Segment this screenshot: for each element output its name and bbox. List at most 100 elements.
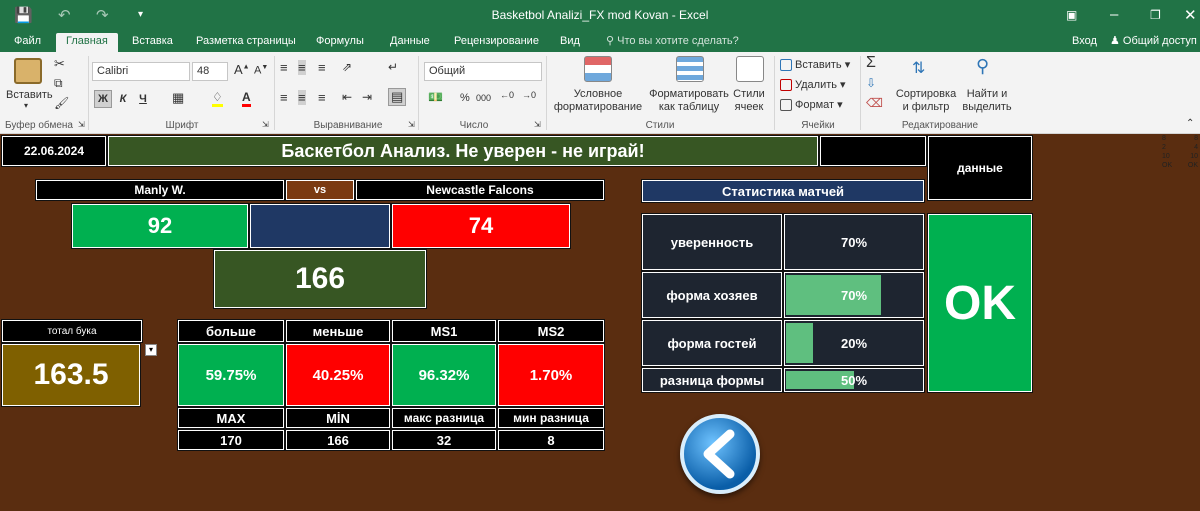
min-header[interactable]: MİN — [285, 407, 391, 429]
max-diff-header[interactable]: макс разница — [391, 407, 497, 429]
ms1-value[interactable]: 96.32% — [391, 343, 497, 407]
sort-filter-button[interactable]: Сортировка и фильтр — [894, 88, 958, 114]
borders-icon[interactable]: ▦ — [172, 90, 184, 106]
autosum-icon[interactable]: Σ — [866, 54, 876, 72]
fill-icon[interactable]: ⇩ — [866, 76, 876, 90]
insert-cells-button[interactable]: Вставить ▾ — [780, 58, 850, 72]
score-spacer[interactable] — [249, 203, 391, 249]
stats-label[interactable]: разница формы — [641, 367, 783, 393]
max-header[interactable]: MAX — [177, 407, 285, 429]
format-as-table-button[interactable]: Форматировать как таблицу — [646, 88, 732, 114]
paste-dropdown-icon[interactable]: ▾ — [24, 101, 28, 110]
tab-data[interactable]: Данные — [380, 33, 440, 52]
tab-review[interactable]: Рецензирование — [444, 33, 549, 52]
tab-formulas[interactable]: Формулы — [306, 33, 374, 52]
number-format-select[interactable]: Общий — [424, 62, 542, 81]
tab-file[interactable]: Файл — [4, 33, 51, 52]
align-right-icon[interactable]: ≡ — [318, 90, 326, 105]
orientation-icon[interactable]: ⇗ — [342, 60, 352, 74]
stats-label[interactable]: уверенность — [641, 213, 783, 271]
share-button[interactable]: ♟ Общий доступ — [1100, 33, 1200, 52]
max-diff-value[interactable]: 32 — [391, 429, 497, 451]
away-score[interactable]: 74 — [391, 203, 571, 249]
delete-cells-button[interactable]: Удалить ▾ — [780, 78, 846, 92]
decrease-indent-icon[interactable]: ⇤ — [342, 90, 352, 104]
min-value[interactable]: 166 — [285, 429, 391, 451]
stats-value-cell[interactable]: 70% — [783, 213, 925, 271]
vs-label[interactable]: vs — [285, 179, 355, 201]
increase-indent-icon[interactable]: ⇥ — [362, 90, 372, 104]
clear-icon[interactable]: ⌫ — [866, 96, 883, 110]
stats-value-cell[interactable]: 70% — [783, 271, 925, 319]
font-size-select[interactable]: 48 — [192, 62, 228, 81]
sort-filter-icon[interactable]: ⇅ — [912, 58, 925, 78]
restore-icon[interactable]: ❐ — [1150, 8, 1161, 22]
back-button[interactable] — [680, 414, 760, 494]
over-header[interactable]: больше — [177, 319, 285, 343]
fill-color-icon[interactable]: ♢ — [212, 90, 223, 107]
verdict-ok[interactable]: OK — [927, 213, 1033, 393]
align-left-icon[interactable]: ≡ — [280, 90, 288, 105]
font-launcher-icon[interactable]: ⇲ — [262, 120, 269, 129]
min-diff-header[interactable]: мин разница — [497, 407, 605, 429]
cell-dropdown-icon[interactable]: ▾ — [145, 344, 157, 356]
find-select-icon[interactable]: ⚲ — [976, 56, 989, 77]
font-name-select[interactable]: Calibri — [92, 62, 190, 81]
close-icon[interactable]: ✕ — [1184, 6, 1197, 24]
book-total-label[interactable]: тотал бука — [1, 319, 143, 343]
conditional-formatting-button[interactable]: Условное форматирование — [552, 88, 644, 114]
stats-label[interactable]: форма хозяев — [641, 271, 783, 319]
tab-page-layout[interactable]: Разметка страницы — [186, 33, 306, 52]
book-total-value[interactable]: 163.5 — [1, 343, 141, 407]
align-bottom-icon[interactable]: ≡ — [318, 60, 326, 75]
total-points[interactable]: 166 — [213, 249, 427, 309]
format-painter-icon[interactable]: 🖌 — [54, 96, 69, 110]
ms2-header[interactable]: MS2 — [497, 319, 605, 343]
increase-font-icon[interactable]: A▲ — [234, 62, 250, 77]
bold-button[interactable]: Ж — [94, 90, 112, 108]
align-top-icon[interactable]: ≡ — [280, 60, 288, 75]
data-label-cell[interactable]: данные — [927, 135, 1033, 201]
copy-icon[interactable]: ⧉ — [54, 76, 63, 91]
percent-icon[interactable]: % — [460, 92, 470, 104]
align-middle-icon[interactable]: ≡ — [298, 60, 306, 75]
clipboard-launcher-icon[interactable]: ⇲ — [78, 120, 85, 129]
home-team-name[interactable]: Manly W. — [35, 179, 285, 201]
ribbon-display-icon[interactable]: ▣ — [1066, 8, 1077, 22]
date-cell[interactable]: 22.06.2024 — [1, 135, 107, 167]
currency-icon[interactable]: 💵 — [428, 90, 443, 104]
ms2-value[interactable]: 1.70% — [497, 343, 605, 407]
merge-center-icon[interactable]: ▤ — [388, 88, 407, 106]
tab-view[interactable]: Вид — [550, 33, 590, 52]
away-team-name[interactable]: Newcastle Falcons — [355, 179, 605, 201]
tell-me-search[interactable]: ⚲ Что вы хотите сделать? — [596, 33, 749, 52]
underline-button[interactable]: Ч — [134, 90, 152, 108]
conditional-formatting-icon[interactable] — [584, 56, 612, 82]
ms1-header[interactable]: MS1 — [391, 319, 497, 343]
format-as-table-icon[interactable] — [676, 56, 704, 82]
decrease-font-icon[interactable]: A▼ — [254, 64, 268, 77]
blank-header-cell[interactable] — [819, 135, 927, 167]
alignment-launcher-icon[interactable]: ⇲ — [408, 120, 415, 129]
italic-button[interactable]: К — [114, 90, 132, 108]
min-diff-value[interactable]: 8 — [497, 429, 605, 451]
tab-insert[interactable]: Вставка — [122, 33, 183, 52]
find-select-button[interactable]: Найти и выделить — [960, 88, 1014, 114]
stats-value-cell[interactable]: 50% — [783, 367, 925, 393]
cell-styles-icon[interactable] — [736, 56, 764, 82]
paste-icon[interactable] — [14, 58, 42, 84]
cut-icon[interactable]: ✂ — [54, 56, 65, 72]
comma-style-icon[interactable]: 000 — [476, 93, 491, 103]
max-value[interactable]: 170 — [177, 429, 285, 451]
over-value[interactable]: 59.75% — [177, 343, 285, 407]
increase-decimal-icon[interactable]: ←0 — [500, 90, 514, 100]
number-launcher-icon[interactable]: ⇲ — [534, 120, 541, 129]
under-header[interactable]: меньше — [285, 319, 391, 343]
stats-title[interactable]: Статистика матчей — [641, 179, 925, 203]
decrease-decimal-icon[interactable]: →0 — [522, 90, 536, 100]
wrap-text-icon[interactable]: ↵ — [388, 60, 398, 74]
collapse-ribbon-icon[interactable]: ⌃ — [1186, 118, 1194, 129]
format-cells-button[interactable]: Формат ▾ — [780, 98, 843, 112]
cell-styles-button[interactable]: Стили ячеек — [728, 88, 770, 114]
paste-button[interactable]: Вставить — [6, 89, 53, 101]
